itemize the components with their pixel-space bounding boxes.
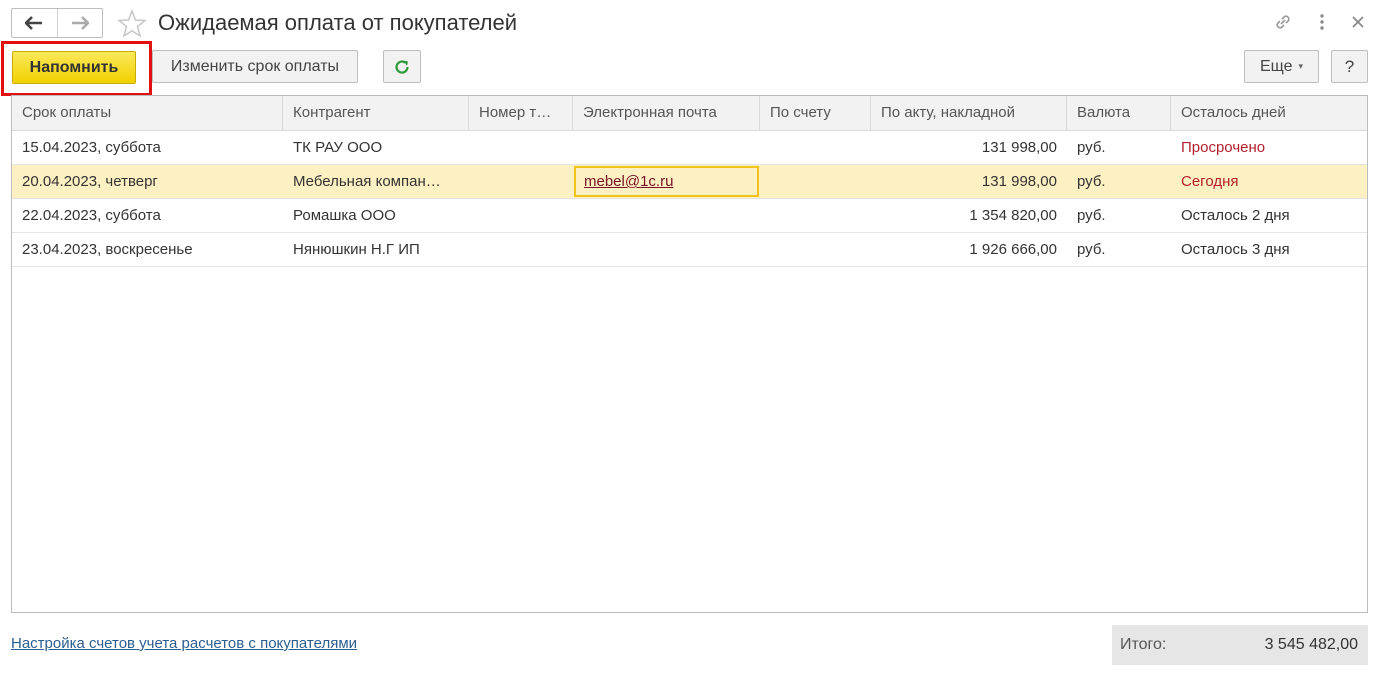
cell-due-date: 23.04.2023, воскресенье (22, 241, 193, 258)
change-due-date-button[interactable]: Изменить срок оплаты (152, 50, 358, 83)
cell-days-left: Просрочено (1181, 139, 1266, 156)
email-link[interactable]: mebel@1c.ru (584, 173, 673, 190)
settings-accounts-link[interactable]: Настройка счетов учета расчетов с покупа… (11, 635, 357, 652)
table-row-selected[interactable]: 20.04.2023, четверг Мебельная компан… me… (12, 165, 1367, 199)
help-button[interactable]: ? (1331, 50, 1368, 83)
forward-button[interactable] (56, 9, 102, 37)
cell-due-date: 20.04.2023, четверг (22, 173, 158, 190)
table-header: Срок оплаты Контрагент Номер т… Электрон… (12, 96, 1367, 131)
refresh-button[interactable] (383, 50, 421, 83)
cell-by-act: 131 998,00 (981, 139, 1057, 156)
arrow-right-icon (71, 16, 89, 30)
cell-days-left: Осталось 2 дня (1181, 207, 1290, 224)
refresh-icon (395, 59, 409, 74)
cell-by-act: 1 926 666,00 (969, 241, 1057, 258)
more-vertical-icon[interactable] (1311, 11, 1333, 33)
column-header-currency[interactable]: Валюта (1067, 96, 1171, 131)
column-header-number[interactable]: Номер т… (469, 96, 573, 131)
link-icon[interactable] (1272, 11, 1294, 33)
close-icon[interactable] (1347, 11, 1369, 33)
favorite-star-icon[interactable] (117, 9, 147, 39)
column-header-due-date[interactable]: Срок оплаты (12, 96, 283, 131)
back-button[interactable] (12, 9, 57, 37)
cell-days-left: Осталось 3 дня (1181, 241, 1290, 258)
table-row[interactable]: 22.04.2023, суббота Ромашка ООО 1 354 82… (12, 199, 1367, 233)
total-box: Итого: 3 545 482,00 (1112, 625, 1368, 665)
cell-counterparty: Ромашка ООО (293, 207, 396, 224)
table-row[interactable]: 23.04.2023, воскресенье Нянюшкин Н.Г ИП … (12, 233, 1367, 267)
cell-currency: руб. (1077, 241, 1106, 258)
cell-due-date: 15.04.2023, суббота (22, 139, 161, 156)
cell-due-date: 22.04.2023, суббота (22, 207, 161, 224)
table-row[interactable]: 15.04.2023, суббота ТК РАУ ООО 131 998,0… (12, 131, 1367, 165)
email-cell-focused[interactable]: mebel@1c.ru (574, 166, 759, 197)
cell-counterparty: Нянюшкин Н.Г ИП (293, 241, 420, 258)
arrow-left-icon (25, 16, 43, 30)
caret-down-icon: ▾ (1298, 61, 1304, 71)
payments-table: Срок оплаты Контрагент Номер т… Электрон… (11, 95, 1368, 613)
cell-counterparty: Мебельная компан… (293, 173, 441, 190)
total-value: 3 545 482,00 (1264, 636, 1358, 653)
cell-currency: руб. (1077, 207, 1106, 224)
cell-days-left: Сегодня (1181, 173, 1239, 190)
more-label: Еще (1259, 57, 1293, 75)
navigation-buttons (11, 8, 103, 38)
column-header-email[interactable]: Электронная почта (573, 96, 760, 131)
cell-currency: руб. (1077, 173, 1106, 190)
cell-currency: руб. (1077, 139, 1106, 156)
remind-button[interactable]: Напомнить (12, 51, 136, 84)
column-header-by-act[interactable]: По акту, накладной (871, 96, 1067, 131)
column-header-days-left[interactable]: Осталось дней (1171, 96, 1367, 131)
cell-by-act: 131 998,00 (981, 173, 1057, 190)
page-title: Ожидаемая оплата от покупателей (158, 10, 518, 35)
column-header-by-invoice[interactable]: По счету (760, 96, 871, 131)
more-menu-button[interactable]: Еще ▾ (1244, 50, 1319, 83)
cell-by-act: 1 354 820,00 (969, 207, 1057, 224)
total-label: Итого: (1120, 636, 1167, 653)
column-header-counterparty[interactable]: Контрагент (283, 96, 469, 131)
cell-counterparty: ТК РАУ ООО (293, 139, 383, 156)
